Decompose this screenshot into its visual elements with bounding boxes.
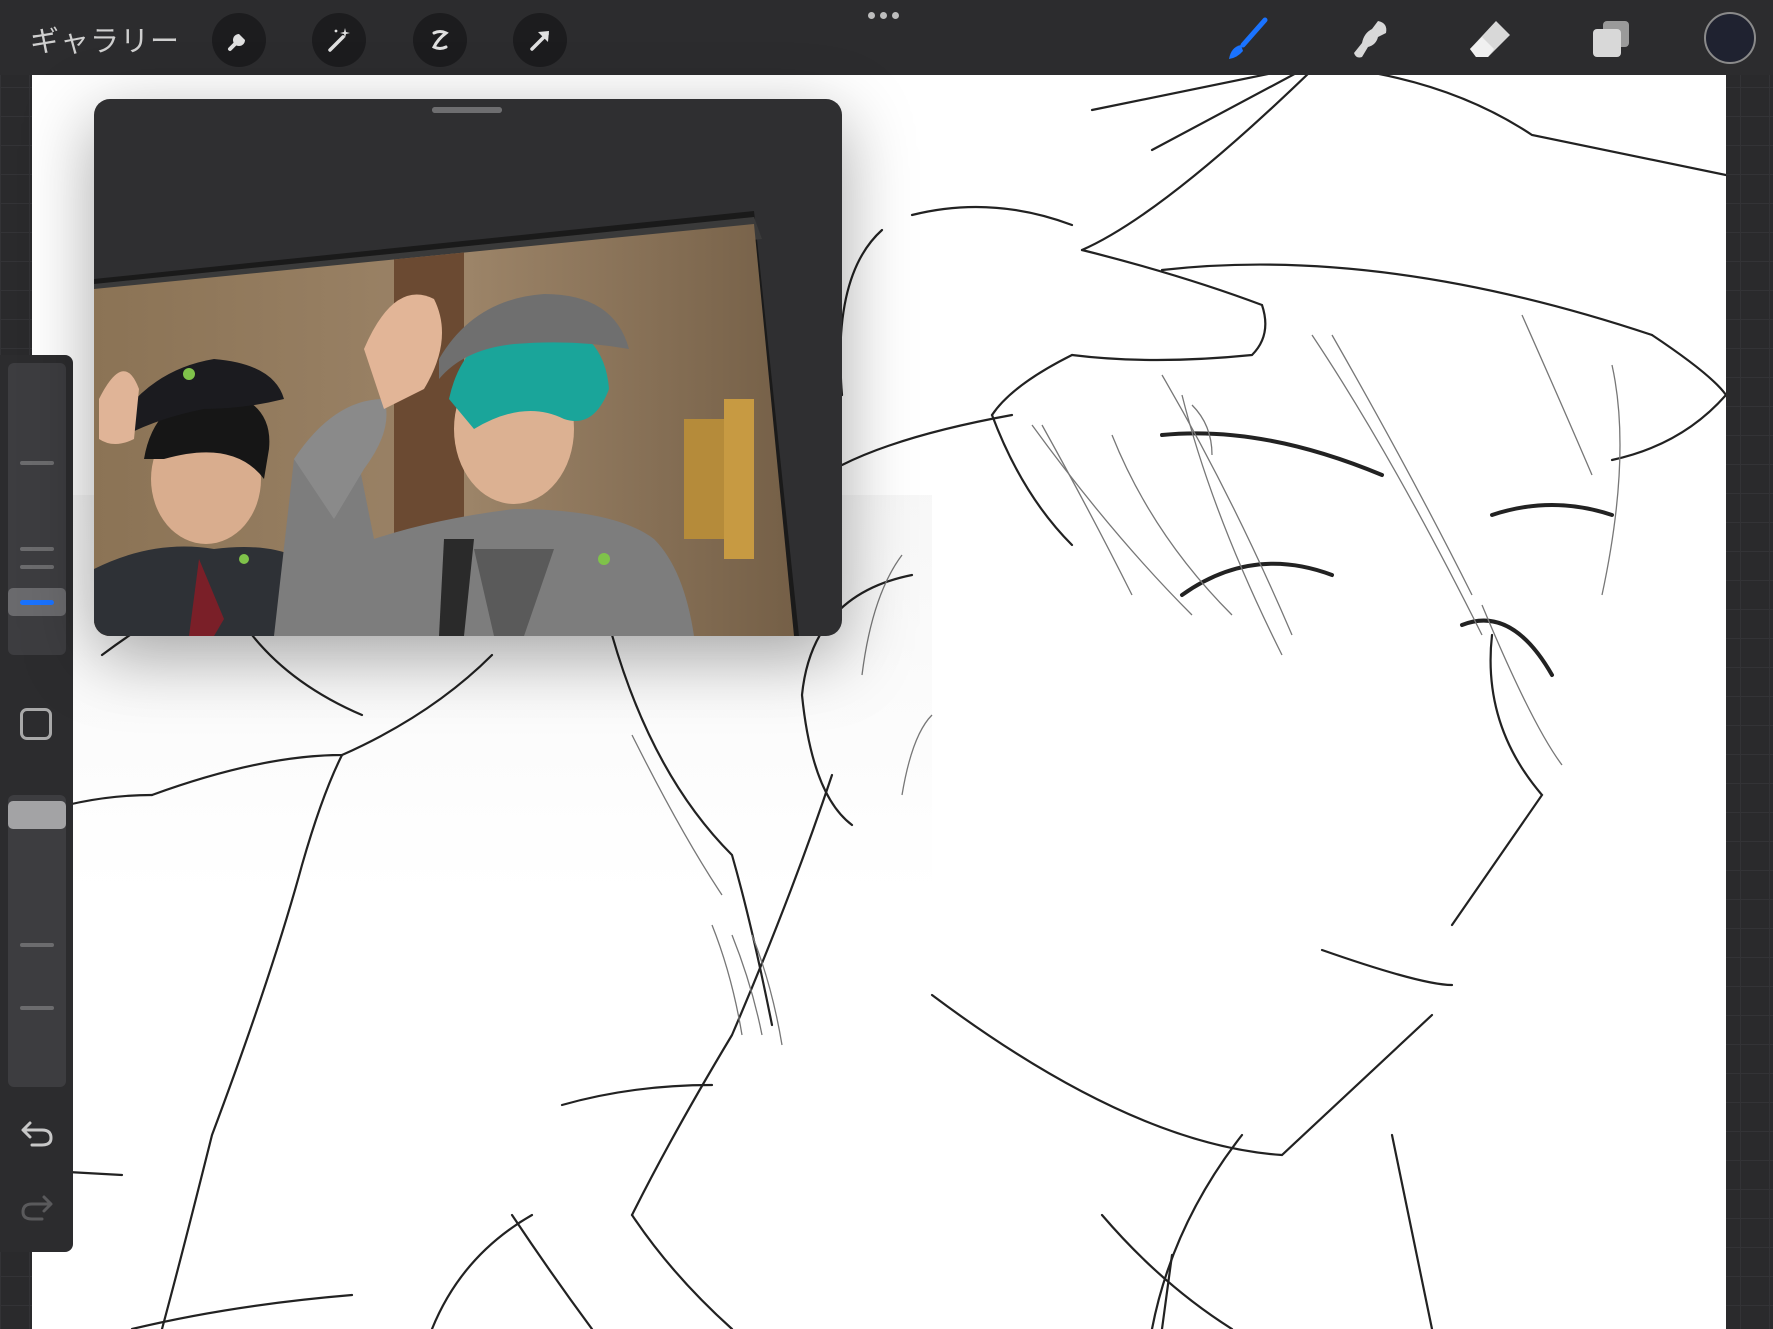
more-options-icon[interactable] (868, 12, 899, 19)
color-picker-button[interactable] (1704, 12, 1756, 64)
left-sidebar (0, 355, 73, 1252)
top-toolbar: ギャラリー (0, 0, 1773, 75)
wrench-icon (228, 34, 245, 51)
transform-button[interactable] (513, 13, 567, 67)
layers-button[interactable] (1584, 12, 1638, 66)
slider-tick (20, 1006, 54, 1010)
undo-icon[interactable] (18, 1113, 56, 1151)
reference-drag-handle-overlay[interactable] (432, 107, 502, 113)
selection-icon (431, 30, 449, 50)
magic-wand-icon (328, 28, 350, 52)
reference-photo (94, 211, 799, 636)
slider-tick (20, 547, 54, 551)
redo-icon[interactable] (18, 1187, 56, 1225)
gallery-button[interactable]: ギャラリー (30, 18, 180, 60)
smudge-tool-button[interactable] (1341, 12, 1395, 66)
brush-size-knob[interactable] (8, 588, 66, 616)
opacity-slider[interactable] (8, 795, 66, 1087)
opacity-knob[interactable] (8, 801, 66, 829)
brush-size-slider[interactable] (8, 363, 66, 655)
brush-icon (1229, 17, 1268, 59)
layers-icon (1593, 21, 1629, 57)
eraser-icon (1470, 21, 1510, 57)
transform-arrow-icon (530, 31, 549, 51)
adjustments-button[interactable] (312, 13, 366, 67)
actions-button[interactable] (212, 13, 266, 67)
selection-button[interactable] (413, 13, 467, 67)
slider-tick (20, 565, 54, 569)
reference-panel[interactable] (94, 99, 842, 636)
slider-tick (20, 461, 54, 465)
modify-button-icon[interactable] (20, 708, 52, 740)
smudge-icon (1354, 21, 1387, 58)
brush-tool-button[interactable] (1220, 12, 1274, 66)
slider-tick (20, 943, 54, 947)
eraser-tool-button[interactable] (1463, 12, 1517, 66)
